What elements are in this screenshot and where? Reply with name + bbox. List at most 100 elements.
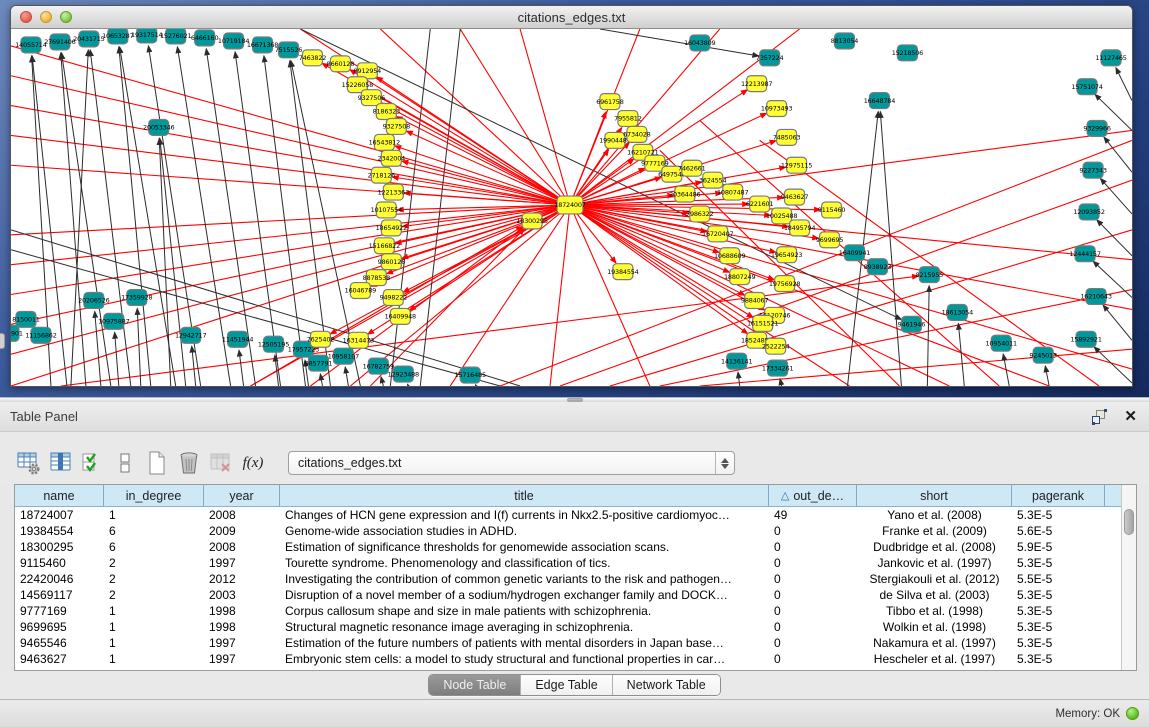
cell-in_degree[interactable]: 1	[104, 603, 204, 619]
network-node[interactable]: 17359928	[121, 290, 152, 306]
cell-name[interactable]: 18300295	[15, 539, 104, 555]
network-node[interactable]: 15218506	[892, 45, 923, 61]
network-node[interactable]: 9884067	[741, 293, 769, 309]
network-node[interactable]: 12505195	[258, 336, 289, 352]
network-node[interactable]: 14136141	[721, 353, 752, 369]
dropdown-stepper-icon[interactable]	[715, 452, 734, 474]
network-node[interactable]: 20053346	[143, 119, 174, 135]
network-node[interactable]: 7625402	[307, 331, 335, 347]
cell-name[interactable]: 9465546	[15, 635, 104, 651]
cell-in_degree[interactable]: 1	[104, 635, 204, 651]
network-edge[interactable]	[1103, 305, 1132, 340]
delete-column-icon[interactable]	[176, 450, 202, 476]
cell-title[interactable]: Genome-wide association studies in ADHD.	[280, 523, 769, 539]
network-edge[interactable]	[406, 131, 570, 205]
network-view-frame[interactable]: citations_edges.txt 14055714276914062043…	[10, 5, 1133, 387]
network-node[interactable]: 10958107	[328, 348, 359, 364]
network-node[interactable]: 18613054	[942, 304, 973, 320]
network-node[interactable]: 11156862	[25, 327, 56, 343]
cell-short[interactable]: Hescheler et al. (1997)	[857, 651, 1012, 667]
network-node[interactable]: 2718126	[368, 167, 396, 183]
cell-short[interactable]: Yano et al. (2008)	[857, 507, 1012, 523]
network-edge[interactable]	[610, 230, 1132, 386]
network-edge[interactable]	[1045, 366, 1049, 386]
network-node[interactable]: 8186323	[373, 104, 401, 120]
column-header-short[interactable]: short	[857, 485, 1012, 507]
cell-year[interactable]: 1998	[204, 603, 280, 619]
cell-year[interactable]: 2008	[204, 539, 280, 555]
table-row[interactable]: 946362711997Embryonic stem cells: a mode…	[15, 651, 1121, 667]
network-node[interactable]: 27691406	[44, 34, 75, 50]
cell-title[interactable]: Changes of HCN gene expression and I(f) …	[280, 507, 769, 523]
network-node[interactable]: 16314473	[343, 332, 374, 348]
network-node[interactable]: 12213987	[741, 76, 772, 92]
cell-in_degree[interactable]: 2	[104, 571, 204, 587]
network-node[interactable]: 16671368	[247, 37, 278, 53]
tab-edge-table[interactable]: Edge Table	[521, 675, 612, 695]
network-edge[interactable]	[345, 367, 348, 386]
close-window-button[interactable]	[20, 11, 32, 23]
network-node[interactable]: 7463822	[299, 50, 327, 66]
network-node[interactable]: 11127465	[1095, 50, 1126, 66]
network-node[interactable]: 16043809	[684, 35, 715, 51]
network-edge[interactable]	[570, 205, 1132, 369]
network-edge[interactable]	[1100, 178, 1132, 214]
cell-title[interactable]: Estimation of significance thresholds fo…	[280, 539, 769, 555]
tab-node-table[interactable]: Node Table	[429, 675, 521, 695]
cell-out_degree[interactable]: 49	[769, 507, 857, 523]
function-builder-icon[interactable]: f(x)	[240, 450, 266, 476]
close-panel-icon[interactable]: ✕	[1124, 409, 1137, 424]
network-edge[interactable]	[120, 47, 176, 386]
network-node[interactable]: 6221601	[746, 196, 774, 212]
network-edge[interactable]	[159, 138, 170, 386]
network-node[interactable]: 14055714	[15, 37, 46, 53]
network-edge[interactable]	[62, 53, 111, 386]
network-window-titlebar[interactable]: citations_edges.txt	[11, 6, 1132, 29]
network-node[interactable]: 16543812	[369, 134, 400, 150]
cell-short[interactable]: Stergiakouli et al. (2012)	[857, 571, 1012, 587]
cell-out_degree[interactable]: 0	[769, 555, 857, 571]
cell-pagerank[interactable]: 5.5E-5	[1012, 571, 1105, 587]
network-node[interactable]: 12093852	[1073, 204, 1104, 220]
network-node[interactable]: 16210643	[1080, 289, 1111, 305]
network-node[interactable]: 9463627	[781, 189, 809, 205]
cell-pagerank[interactable]: 5.3E-5	[1012, 619, 1105, 635]
table-mode-icon[interactable]	[16, 450, 42, 476]
cell-out_degree[interactable]: 0	[769, 539, 857, 555]
cell-title[interactable]: Embryonic stem cells: a model to study s…	[280, 651, 769, 667]
network-node[interactable]: 18724007	[554, 196, 585, 214]
cell-short[interactable]: Wolkin et al. (1998)	[857, 619, 1012, 635]
network-node[interactable]: 15751074	[1071, 79, 1102, 95]
network-node[interactable]: 8938923	[864, 259, 892, 275]
cell-in_degree[interactable]: 6	[104, 523, 204, 539]
cell-title[interactable]: Disruption of a novel member of a sodium…	[280, 587, 769, 603]
network-node[interactable]: 7357224	[756, 50, 784, 66]
table-row[interactable]: 946554611997Estimation of the future num…	[15, 635, 1121, 651]
network-edge[interactable]	[1097, 220, 1132, 256]
network-node[interactable]: 7462661	[678, 160, 706, 176]
network-edge[interactable]	[380, 29, 570, 205]
cell-pagerank[interactable]: 5.3E-5	[1012, 507, 1105, 523]
network-node[interactable]: 19317514	[131, 29, 162, 43]
cell-in_degree[interactable]: 1	[104, 619, 204, 635]
cell-name[interactable]: 18724007	[15, 507, 104, 523]
network-edge[interactable]	[239, 350, 244, 386]
network-edge[interactable]	[550, 205, 570, 386]
network-node[interactable]: 9227343	[1079, 162, 1107, 178]
network-node[interactable]: 19654923	[771, 247, 802, 263]
cell-pagerank[interactable]: 5.3E-5	[1012, 587, 1105, 603]
cell-out_degree[interactable]: 0	[769, 523, 857, 539]
show-columns-icon[interactable]	[48, 450, 74, 476]
network-node[interactable]: 9115460	[818, 202, 846, 218]
cell-pagerank[interactable]: 5.6E-5	[1012, 523, 1105, 539]
network-edge[interactable]	[11, 135, 570, 205]
column-header-title[interactable]: title	[280, 485, 769, 507]
cell-in_degree[interactable]: 2	[104, 555, 204, 571]
table-row[interactable]: 911546021997Tourette syndrome. Phenomeno…	[15, 555, 1121, 571]
delete-table-icon[interactable]	[208, 450, 234, 476]
cell-title[interactable]: Estimation of the future numbers of pati…	[280, 635, 769, 651]
network-node[interactable]: 16409941	[839, 245, 870, 261]
table-row[interactable]: 1830029562008Estimation of significance …	[15, 539, 1121, 555]
network-edge[interactable]	[780, 379, 782, 386]
column-header-pagerank[interactable]: pagerank	[1012, 485, 1105, 507]
